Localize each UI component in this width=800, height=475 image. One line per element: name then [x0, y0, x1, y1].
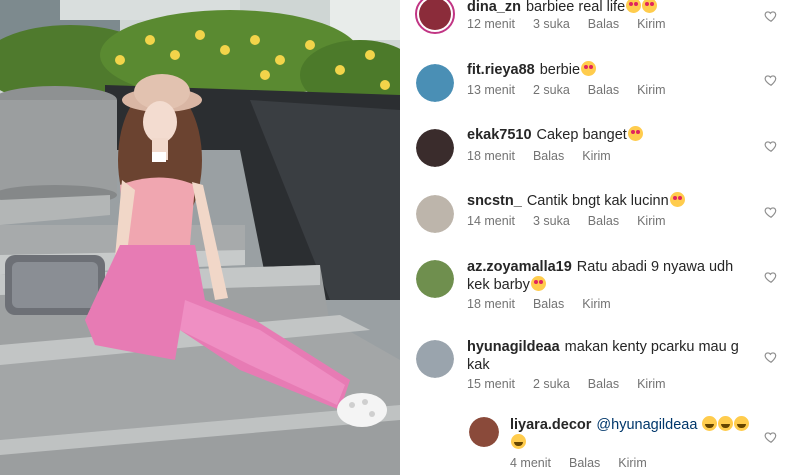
emoji-group [580, 61, 597, 78]
avatar[interactable] [416, 129, 454, 167]
comment-username[interactable]: sncstn_ [467, 193, 522, 209]
reply-button[interactable]: Balas [588, 214, 619, 228]
emoji-group [627, 126, 643, 143]
comment-meta: 15 menit 2 suka Balas Kirim [467, 377, 684, 391]
heart-outline-icon[interactable] [764, 270, 778, 284]
comment-text: hyunagildeaa makan kenty pcarku mau g kak [467, 338, 757, 374]
avatar-image [416, 340, 454, 378]
comment-username[interactable]: ekak7510 [467, 127, 532, 143]
comment-likes[interactable]: 2 suka [533, 83, 570, 97]
emoji-group [530, 276, 546, 293]
avatar[interactable] [416, 340, 454, 378]
comment-meta: 13 menit 2 suka Balas Kirim [467, 83, 684, 97]
comment-body: Cakep banget [536, 127, 627, 143]
comment-likes[interactable]: 3 suka [533, 17, 570, 31]
emoji-group [625, 0, 658, 15]
avatar[interactable] [416, 195, 454, 233]
comment-time: 18 menit [467, 297, 515, 311]
comment-likes[interactable]: 3 suka [533, 214, 570, 228]
comment-username[interactable]: fit.rieya88 [467, 62, 535, 78]
comment-text: sncstn_ Cantik bngt kak lucinn [467, 192, 757, 210]
reply-button[interactable]: Balas [588, 17, 619, 31]
post-photo [0, 0, 400, 475]
comment-meta: 18 menit Balas Kirim [467, 297, 629, 311]
send-button[interactable]: Kirim [637, 214, 665, 228]
heart-outline-icon[interactable] [764, 139, 778, 153]
reply-button[interactable]: Balas [588, 83, 619, 97]
heart-outline-icon[interactable] [764, 9, 778, 23]
laughing-emoji-icon [511, 434, 526, 449]
laughing-emoji-icon [734, 416, 750, 431]
comment-time: 12 menit [467, 17, 515, 31]
heart-eyes-emoji-icon [581, 61, 597, 76]
avatar[interactable] [416, 260, 454, 298]
comments-panel: dina_zn barbiee real life 12 menit 3 suka B… [400, 0, 800, 475]
send-button[interactable]: Kirim [582, 297, 610, 311]
comment-body: barbiee real life [525, 0, 626, 15]
laughing-emoji-icon [702, 416, 718, 431]
avatar-image [416, 129, 454, 167]
comment-meta: 14 menit 3 suka Balas Kirim [467, 214, 684, 228]
reply-button[interactable]: Balas [533, 297, 564, 311]
reply-button[interactable]: Balas [588, 377, 619, 391]
send-button[interactable]: Kirim [637, 17, 665, 31]
send-button[interactable]: Kirim [582, 149, 610, 163]
heart-eyes-emoji-icon [626, 0, 642, 13]
comment-username[interactable]: hyunagildeaa [467, 339, 560, 355]
comment-meta: 12 menit 3 suka Balas Kirim [467, 17, 684, 31]
comment-text: az.zoyamalla19 Ratu abadi 9 nyawa udh kek… [467, 258, 757, 294]
heart-outline-icon[interactable] [764, 350, 778, 364]
comment-likes[interactable]: 2 suka [533, 377, 570, 391]
reply-meta: 4 menit Balas Kirim [510, 456, 665, 470]
comment-time: 13 menit [467, 83, 515, 97]
heart-eyes-emoji-icon [669, 192, 685, 207]
avatar[interactable] [415, 0, 455, 34]
send-button[interactable]: Kirim [637, 377, 665, 391]
reply-button[interactable]: Balas [533, 149, 564, 163]
avatar-image [416, 260, 454, 298]
avatar-image [416, 64, 454, 102]
avatar-image [416, 195, 454, 233]
laughing-emoji-icon [718, 416, 734, 431]
comment-time: 18 menit [467, 149, 515, 163]
avatar-image [469, 417, 499, 447]
comment-text: ekak7510 Cakep banget [467, 126, 757, 144]
photo-illustration [0, 0, 400, 475]
send-button[interactable]: Kirim [618, 456, 646, 470]
send-button[interactable]: Kirim [637, 83, 665, 97]
heart-eyes-emoji-icon [530, 276, 546, 291]
comment-meta: 18 menit Balas Kirim [467, 149, 629, 163]
reply-username[interactable]: liyara.decor [510, 417, 591, 433]
heart-eyes-emoji-icon [627, 126, 643, 141]
reply-mention[interactable]: @hyunagildeaa [596, 417, 697, 433]
comment-time: 15 menit [467, 377, 515, 391]
comment-username[interactable]: az.zoyamalla19 [467, 259, 572, 275]
emoji-group [669, 192, 685, 209]
comment-time: 14 menit [467, 214, 515, 228]
reply-button[interactable]: Balas [569, 456, 600, 470]
comment-text: dina_zn barbiee real life [467, 0, 757, 16]
heart-eyes-emoji-icon [642, 0, 658, 13]
comment-body: berbie [539, 62, 581, 78]
avatar[interactable] [469, 417, 499, 447]
comment-username[interactable]: dina_zn [467, 0, 521, 15]
comment-body: Cantik bngt kak lucinn [526, 193, 669, 209]
reply-text: liyara.decor @hyunagildeaa [510, 416, 760, 452]
avatar-image [419, 0, 451, 30]
heart-outline-icon[interactable] [764, 73, 778, 87]
heart-outline-icon[interactable] [764, 430, 778, 444]
avatar[interactable] [416, 64, 454, 102]
reply-time: 4 menit [510, 456, 551, 470]
comment-text: fit.rieya88 berbie [467, 61, 757, 79]
heart-outline-icon[interactable] [764, 205, 778, 219]
